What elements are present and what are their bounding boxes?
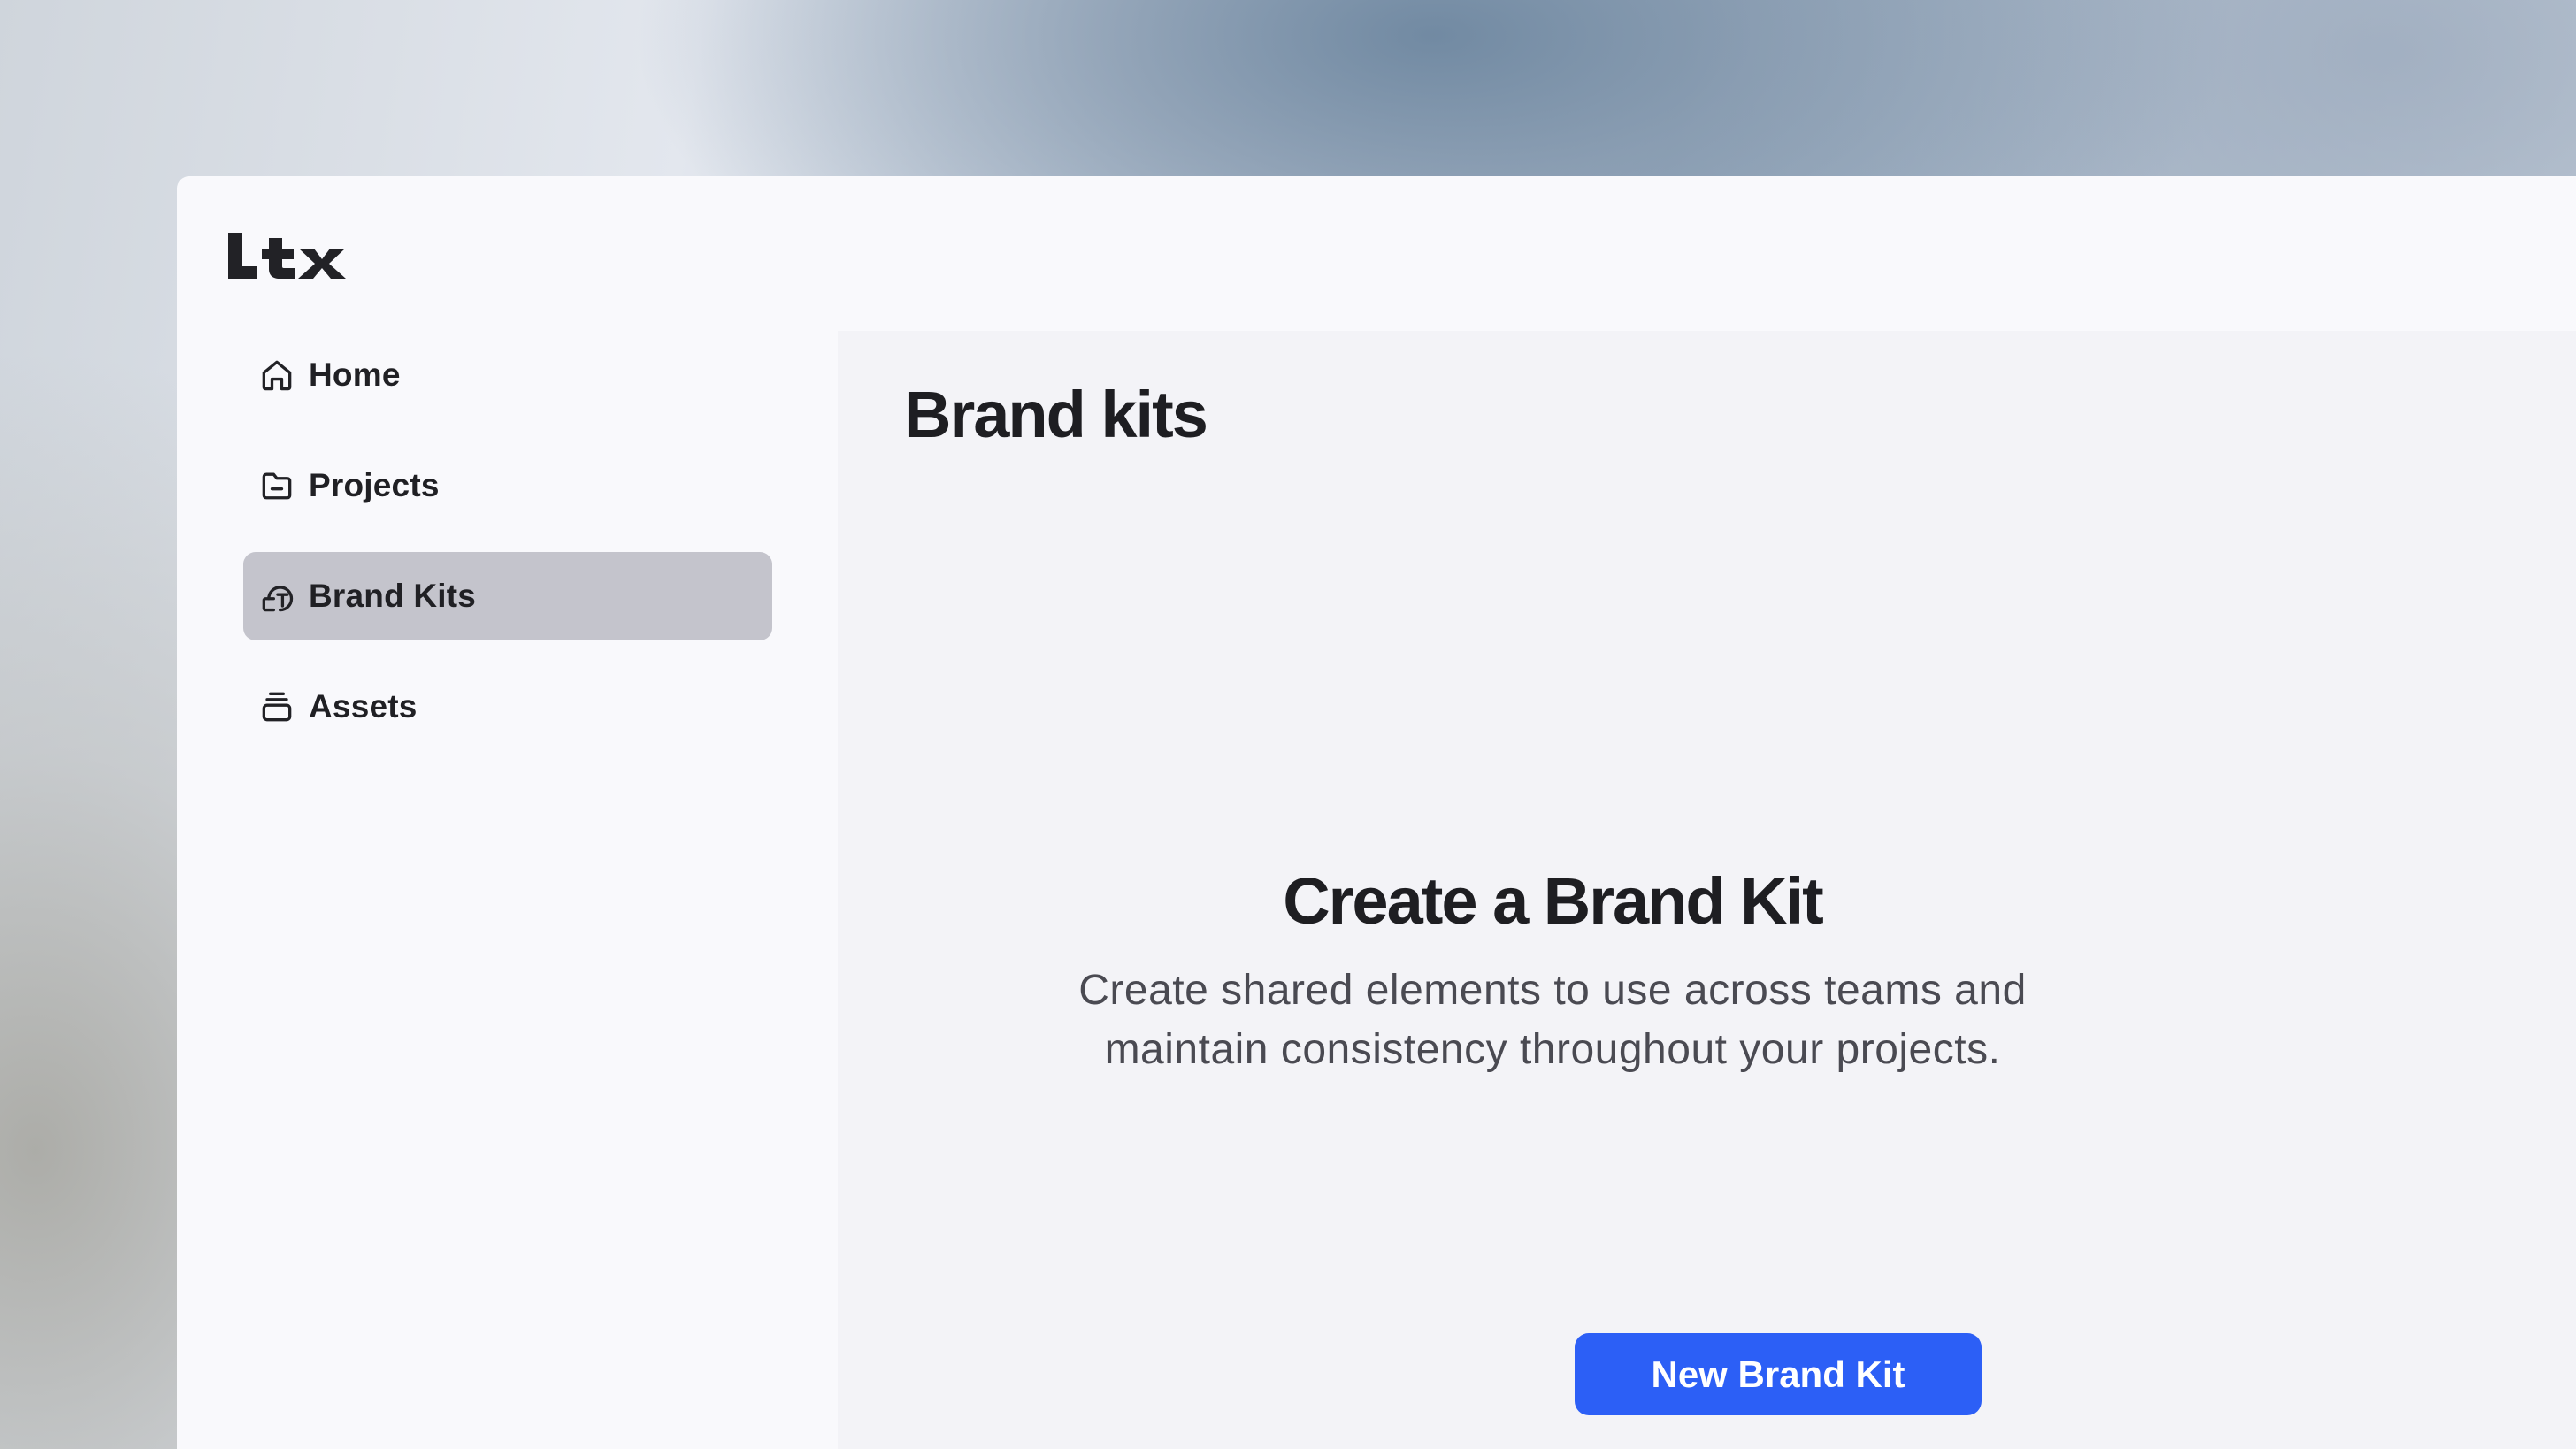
folder-icon	[257, 466, 296, 505]
empty-state: Create a Brand Kit Create shared element…	[1044, 862, 2061, 1079]
sidebar-item-label: Home	[309, 356, 401, 393]
main-content: Brand kits Create a Brand Kit Create sha…	[838, 331, 2576, 1449]
sidebar-item-home[interactable]: Home	[243, 331, 772, 419]
sidebar-item-label: Projects	[309, 467, 440, 503]
sidebar: Home Projects Brand Kits Assets	[243, 331, 772, 773]
page-title: Brand kits	[904, 378, 1208, 451]
new-brand-kit-button[interactable]: New Brand Kit	[1575, 1333, 1982, 1415]
ltx-logo[interactable]	[226, 226, 359, 288]
app-window: Home Projects Brand Kits Assets Brand ki…	[177, 176, 2576, 1449]
sidebar-item-label: Brand Kits	[309, 578, 477, 614]
empty-state-description: Create shared elements to use across tea…	[1078, 967, 2027, 1073]
home-icon	[257, 356, 296, 395]
sidebar-item-brand-kits[interactable]: Brand Kits	[243, 552, 772, 640]
stack-icon	[257, 687, 296, 726]
brand-kit-icon	[257, 577, 296, 616]
sidebar-item-assets[interactable]: Assets	[243, 663, 772, 751]
sidebar-item-label: Assets	[309, 688, 418, 724]
empty-state-title: Create a Brand Kit	[1283, 864, 1824, 938]
sidebar-item-projects[interactable]: Projects	[243, 441, 772, 530]
